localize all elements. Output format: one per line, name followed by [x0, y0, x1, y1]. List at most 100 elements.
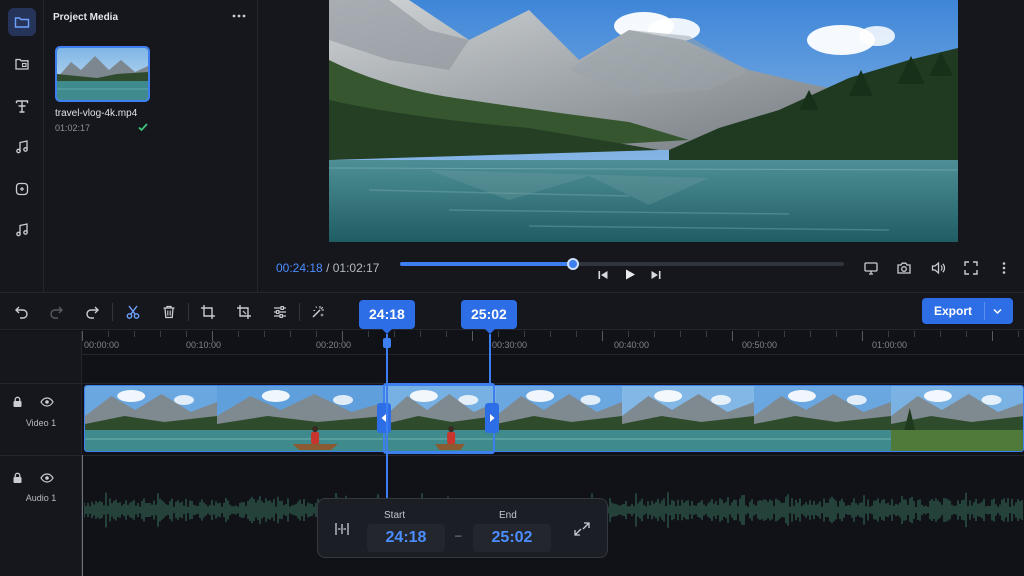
music-icon[interactable] [8, 133, 36, 161]
ruler-tick [290, 331, 291, 337]
skip-forward-icon[interactable] [646, 265, 666, 285]
skip-back-icon[interactable] [593, 265, 613, 285]
start-badge-pointer [381, 328, 393, 334]
time-separator: / [326, 261, 330, 275]
delete-icon[interactable] [159, 302, 179, 322]
ruler-tick [420, 331, 421, 337]
timeline-origin-line [82, 455, 83, 576]
media-file-duration: 01:02:17 [55, 123, 91, 133]
end-badge-pointer [484, 328, 496, 334]
ruler-tick [940, 331, 941, 337]
clip-frame [891, 386, 1023, 451]
ruler-tick [550, 331, 551, 337]
export-label: Export [933, 304, 972, 318]
more-vertical-icon[interactable] [994, 258, 1014, 278]
ruler-tick [836, 331, 837, 337]
start-label: Start [384, 510, 406, 521]
ruler-tick [498, 331, 499, 337]
export-button[interactable]: Export [922, 298, 1013, 324]
ruler-tick [992, 331, 993, 341]
selected-range[interactable] [383, 383, 495, 454]
volume-icon[interactable] [928, 258, 948, 278]
start-time-field[interactable]: 24:18 [367, 524, 445, 552]
crop-icon[interactable] [198, 302, 218, 322]
video-clip-strip[interactable] [84, 385, 1024, 452]
ruler-tick [446, 331, 447, 337]
ruler-tick [134, 331, 135, 337]
scrub-handle[interactable] [567, 258, 580, 270]
magic-icon[interactable] [308, 302, 328, 322]
audio-icon[interactable] [8, 216, 36, 244]
trim-panel: Start 24:18 – End 25:02 [317, 498, 608, 558]
ruler-tick [888, 331, 889, 337]
media-thumbnail[interactable] [55, 46, 150, 102]
ruler-tick [758, 331, 759, 337]
video-preview[interactable] [329, 0, 958, 242]
ruler-tick [264, 331, 265, 337]
total-time: 01:02:17 [332, 261, 380, 275]
lock-icon[interactable] [12, 396, 23, 408]
ruler-tick [1018, 331, 1019, 337]
ruler-tick [810, 331, 811, 337]
lock-icon[interactable] [12, 472, 23, 484]
fullscreen-icon[interactable] [961, 258, 981, 278]
checkmark-icon [137, 121, 149, 133]
ruler-label: 00:40:00 [614, 340, 650, 350]
end-time-field[interactable]: 25:02 [473, 524, 551, 552]
camera-icon[interactable] [894, 258, 914, 278]
ruler-tick [628, 331, 629, 337]
ruler-tick [706, 331, 707, 337]
ruler-tick [914, 331, 915, 337]
trim-icon[interactable] [333, 521, 351, 537]
track-label-video: Video 1 [25, 418, 57, 428]
play-icon[interactable] [620, 264, 640, 284]
ruler-tick [82, 331, 83, 341]
expand-icon[interactable] [573, 521, 591, 537]
trim-end-handle[interactable] [485, 403, 499, 433]
undo-icon[interactable] [12, 302, 32, 322]
crop-alt-icon[interactable] [234, 302, 254, 322]
left-rail [0, 0, 44, 292]
eye-icon[interactable] [40, 473, 54, 483]
ruler-tick [680, 331, 681, 337]
ruler-tick [472, 331, 473, 341]
start-time-badge: 24:18 [359, 300, 415, 329]
end-time-badge: 25:02 [461, 300, 517, 329]
more-options-icon[interactable] [230, 8, 248, 24]
toolbar-divider [188, 303, 189, 321]
ruler-tick [238, 331, 239, 337]
clip-frame [622, 386, 754, 451]
ruler-tick [368, 331, 369, 337]
split-icon[interactable] [123, 302, 143, 322]
track-divider [0, 455, 1024, 456]
ruler-label: 00:10:00 [186, 340, 222, 350]
track-label-audio: Audio 1 [25, 493, 57, 503]
trim-start-handle[interactable] [377, 403, 391, 433]
clip-frame [754, 386, 891, 451]
adjust-icon[interactable] [270, 302, 290, 322]
panel-title: Project Media [53, 12, 119, 23]
toolbar-divider [299, 303, 300, 321]
clip-frame [85, 386, 217, 451]
track-divider [0, 383, 1024, 384]
monitor-icon[interactable] [861, 258, 881, 278]
ruler-label: 00:30:00 [492, 340, 528, 350]
eye-icon[interactable] [40, 397, 54, 407]
ruler-tick [576, 331, 577, 337]
ruler-tick [108, 331, 109, 337]
clip-frame [496, 386, 622, 451]
timecode: 00:24:18 / 01:02:17 [276, 261, 379, 275]
ruler-label: 01:00:00 [872, 340, 908, 350]
timeline-ruler[interactable]: 00:00:00 00:10:00 00:20:00 00:30:00 00:4… [82, 331, 1024, 355]
chevron-down-icon[interactable] [992, 306, 1003, 316]
media-file-name: travel-vlog-4k.mp4 [55, 108, 138, 119]
track-headers: Video 1 Audio 1 [0, 331, 82, 576]
templates-icon[interactable] [8, 50, 36, 78]
redo-icon[interactable] [46, 302, 66, 322]
forward-icon[interactable] [82, 302, 102, 322]
project-media-panel: Project Media travel-vlog-4k.mp4 01:02:1… [44, 0, 258, 292]
text-icon[interactable] [8, 92, 36, 120]
stickers-icon[interactable] [8, 175, 36, 203]
ruler-tick [654, 331, 655, 337]
media-icon[interactable] [8, 8, 36, 36]
